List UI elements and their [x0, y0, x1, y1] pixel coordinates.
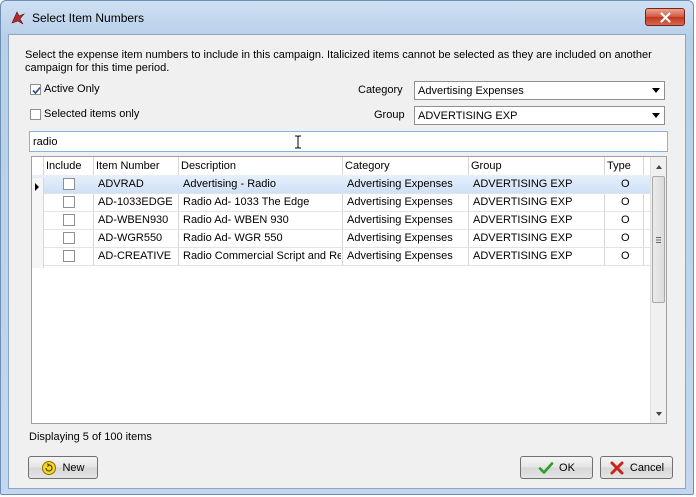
group-label: Group [374, 109, 405, 121]
ok-button[interactable]: OK [520, 456, 593, 479]
cell-type: O [621, 250, 630, 262]
cell-item-number: AD-1033EDGE [98, 196, 173, 208]
selected-only-box[interactable] [30, 108, 41, 120]
table-row[interactable]: ADVRAD Advertising - Radio Advertising E… [32, 175, 651, 196]
cell-type: O [621, 232, 630, 244]
cell-group: ADVERTISING EXP [473, 214, 573, 226]
col-type[interactable]: Type [607, 160, 631, 172]
dialog-window: Select Item Numbers Select the expense i… [0, 0, 694, 495]
row-selector[interactable] [32, 250, 44, 268]
close-icon [660, 12, 671, 23]
items-grid[interactable]: Include Item Number Description Category… [31, 156, 667, 424]
cell-description: Advertising - Radio [183, 178, 276, 190]
col-item-number[interactable]: Item Number [96, 160, 160, 172]
table-row[interactable]: AD-WBEN930 Radio Ad- WBEN 930 Advertisin… [32, 211, 651, 232]
col-include[interactable]: Include [46, 160, 81, 172]
scrollbar-thumb[interactable] [652, 176, 665, 303]
active-only-label: Active Only [44, 83, 100, 95]
cell-type: O [621, 178, 630, 190]
new-button[interactable]: New [28, 456, 98, 479]
cancel-button[interactable]: Cancel [600, 456, 673, 479]
title-bar[interactable]: Select Item Numbers [1, 1, 693, 34]
search-value: radio [33, 136, 58, 148]
include-checkbox[interactable] [63, 232, 75, 244]
app-logo-icon [11, 11, 25, 25]
cell-description: Radio Ad- 1033 The Edge [183, 196, 310, 208]
include-checkbox[interactable] [63, 196, 75, 208]
cell-description: Radio Ad- WGR 550 [183, 232, 283, 244]
cell-category: Advertising Expenses [347, 250, 453, 262]
grip-icon [656, 237, 661, 243]
active-only-box[interactable] [30, 83, 41, 95]
col-category[interactable]: Category [345, 160, 390, 172]
check-icon [32, 86, 41, 94]
cell-description: Radio Ad- WBEN 930 [183, 214, 289, 226]
selected-only-label: Selected items only [44, 108, 140, 120]
scroll-down-icon[interactable] [652, 407, 666, 421]
vertical-scrollbar[interactable] [650, 157, 666, 423]
cell-description: Radio Commercial Script and Recording [183, 250, 341, 262]
group-value: ADVERTISING EXP [418, 110, 518, 122]
chevron-down-icon [652, 113, 660, 118]
category-label: Category [358, 84, 403, 96]
category-value: Advertising Expenses [418, 85, 524, 97]
search-input[interactable]: radio [29, 131, 668, 152]
table-row[interactable]: AD-CREATIVE Radio Commercial Script and … [32, 247, 651, 268]
col-group[interactable]: Group [471, 160, 502, 172]
cell-group: ADVERTISING EXP [473, 250, 573, 262]
category-dropdown[interactable]: Advertising Expenses [414, 81, 665, 100]
table-row[interactable]: AD-WGR550 Radio Ad- WGR 550 Advertising … [32, 229, 651, 250]
ok-button-label: OK [559, 461, 575, 474]
new-button-label: New [62, 461, 85, 474]
close-button[interactable] [645, 8, 685, 26]
checkmark-icon [538, 461, 554, 474]
selected-only-checkbox[interactable]: Selected items only [30, 108, 139, 120]
col-description[interactable]: Description [181, 160, 236, 172]
cancel-x-icon [610, 461, 624, 474]
chevron-down-icon [652, 88, 660, 93]
cell-type: O [621, 214, 630, 226]
cell-category: Advertising Expenses [347, 214, 453, 226]
dialog-body: Select the expense item numbers to inclu… [8, 34, 686, 489]
table-row[interactable]: AD-1033EDGE Radio Ad- 1033 The Edge Adve… [32, 193, 651, 214]
cell-item-number: AD-WBEN930 [98, 214, 169, 226]
include-checkbox[interactable] [63, 250, 75, 262]
instructions-text: Select the expense item numbers to inclu… [25, 49, 652, 74]
cell-category: Advertising Expenses [347, 178, 453, 190]
cell-group: ADVERTISING EXP [473, 196, 573, 208]
active-only-checkbox[interactable]: Active Only [30, 83, 100, 95]
cell-item-number: AD-WGR550 [98, 232, 163, 244]
new-icon [42, 460, 57, 475]
cell-group: ADVERTISING EXP [473, 232, 573, 244]
include-checkbox[interactable] [63, 178, 75, 190]
status-text: Displaying 5 of 100 items [29, 431, 152, 443]
cell-group: ADVERTISING EXP [473, 178, 573, 190]
cancel-button-label: Cancel [629, 461, 665, 474]
group-dropdown[interactable]: ADVERTISING EXP [414, 106, 665, 125]
text-cursor-icon [295, 135, 301, 149]
cell-category: Advertising Expenses [347, 232, 453, 244]
cell-item-number: AD-CREATIVE [98, 250, 172, 262]
cell-category: Advertising Expenses [347, 196, 453, 208]
window-title: Select Item Numbers [32, 11, 145, 25]
scroll-up-icon[interactable] [652, 160, 666, 174]
cell-type: O [621, 196, 630, 208]
include-checkbox[interactable] [63, 214, 75, 226]
cell-item-number: ADVRAD [98, 178, 144, 190]
